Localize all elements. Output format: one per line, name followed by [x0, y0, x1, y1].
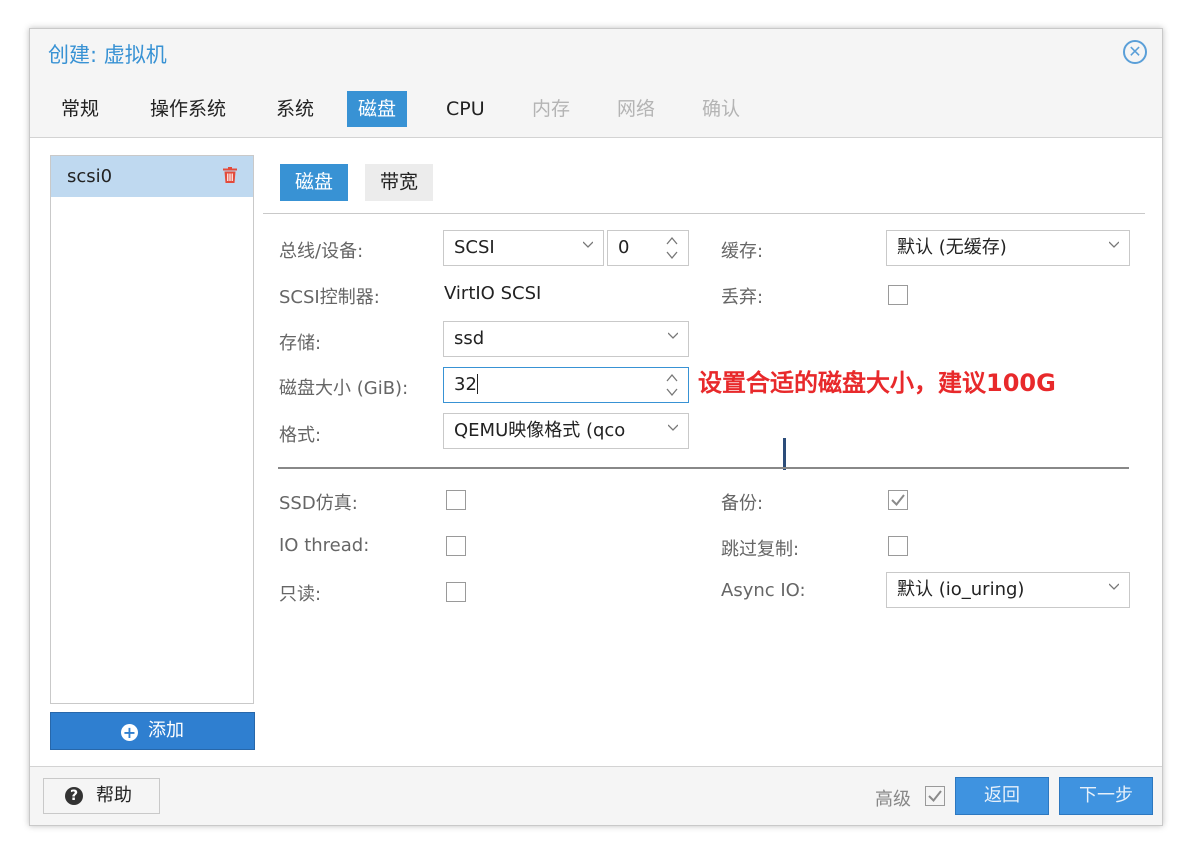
subtab-divider	[263, 213, 1145, 214]
close-icon[interactable]: ✕	[1123, 40, 1147, 64]
skip-replication-checkbox[interactable]	[888, 536, 908, 556]
async-io-label: Async IO:	[721, 580, 806, 601]
spinner-arrows-icon[interactable]	[666, 372, 678, 398]
advanced-label: 高级	[875, 789, 911, 810]
cache-select[interactable]: 默认 (无缓存)	[886, 230, 1130, 266]
ssd-emulation-label: SSD仿真:	[279, 493, 358, 514]
back-button[interactable]: 返回	[955, 777, 1049, 815]
format-value: QEMU映像格式 (qco	[454, 420, 626, 441]
discard-checkbox[interactable]	[888, 285, 908, 305]
add-button-label: 添加	[148, 720, 184, 741]
storage-value: ssd	[454, 328, 485, 349]
bus-device-label: 总线/设备:	[279, 241, 364, 262]
subtab-bandwidth[interactable]: 带宽	[365, 164, 434, 201]
skip-replication-label: 跳过复制:	[721, 539, 800, 560]
dialog-body: scsi0 + 添加 磁盘 带宽 总线/设备: SCSI 0 SCSI控制器: …	[30, 137, 1162, 767]
discard-label: 丢弃:	[721, 287, 764, 308]
next-button[interactable]: 下一步	[1059, 777, 1153, 815]
ssd-emulation-checkbox[interactable]	[446, 490, 466, 510]
annotation-text: 设置合适的磁盘大小，建议100G	[698, 369, 1056, 397]
create-vm-dialog: 创建: 虚拟机 ✕ 常规 操作系统 系统 磁盘 CPU 内存 网络 确认 scs…	[29, 28, 1163, 826]
scsi-controller-label: SCSI控制器:	[279, 287, 380, 308]
cache-value: 默认 (无缓存)	[897, 237, 1007, 258]
chevron-down-icon	[583, 241, 593, 248]
cache-label: 缓存:	[721, 241, 764, 262]
plus-circle-icon: +	[121, 723, 138, 742]
disk-size-input[interactable]: 32	[443, 367, 689, 403]
annotation-marker	[783, 438, 786, 470]
tab-network: 网络	[617, 98, 656, 120]
io-thread-label: IO thread:	[279, 535, 370, 556]
async-io-select[interactable]: 默认 (io_uring)	[886, 572, 1130, 608]
checkmark-icon	[928, 790, 942, 803]
help-button[interactable]: ? 帮助	[43, 778, 160, 814]
question-circle-icon: ?	[65, 787, 83, 805]
advanced-checkbox[interactable]	[925, 786, 945, 806]
backup-label: 备份:	[721, 493, 764, 514]
help-button-label: 帮助	[96, 785, 132, 806]
section-divider	[278, 467, 1129, 469]
chevron-down-icon	[668, 332, 678, 339]
tab-system[interactable]: 系统	[265, 91, 325, 127]
io-thread-checkbox[interactable]	[446, 536, 466, 556]
add-disk-button[interactable]: + 添加	[50, 712, 255, 750]
read-only-label: 只读:	[279, 584, 322, 605]
tab-disks[interactable]: 磁盘	[347, 91, 408, 127]
chevron-down-icon	[668, 422, 678, 432]
disk-list: scsi0	[50, 155, 254, 704]
device-number-spinner[interactable]: 0	[607, 230, 689, 266]
chevron-down-icon	[1109, 241, 1119, 248]
format-select[interactable]: QEMU映像格式 (qco	[443, 413, 689, 449]
disk-size-value: 32	[454, 374, 477, 395]
bus-select[interactable]: SCSI	[443, 230, 604, 266]
tab-os[interactable]: 操作系统	[139, 91, 237, 127]
tab-cpu[interactable]: CPU	[435, 91, 496, 127]
checkmark-icon	[891, 494, 905, 507]
format-label: 格式:	[279, 425, 322, 446]
tab-confirm: 确认	[702, 98, 741, 120]
spinner-arrows-icon[interactable]	[666, 235, 678, 261]
scsi-controller-value: VirtIO SCSI	[444, 283, 542, 304]
dialog-footer: ? 帮助 高级 返回 下一步	[30, 766, 1162, 826]
disk-size-label: 磁盘大小 (GiB):	[279, 378, 409, 399]
disk-label: scsi0	[67, 166, 113, 187]
subtab-disk[interactable]: 磁盘	[280, 164, 349, 201]
device-value: 0	[618, 237, 630, 258]
async-io-value: 默认 (io_uring)	[897, 579, 1025, 600]
bus-value: SCSI	[454, 237, 495, 258]
disk-list-item-scsi0[interactable]: scsi0	[51, 156, 253, 197]
storage-label: 存储:	[279, 333, 322, 354]
chevron-down-icon	[1109, 583, 1119, 590]
read-only-checkbox[interactable]	[446, 582, 466, 602]
tab-general[interactable]: 常规	[50, 91, 110, 127]
storage-select[interactable]: ssd	[443, 321, 689, 357]
backup-checkbox[interactable]	[888, 490, 908, 510]
dialog-title: 创建: 虚拟机	[48, 43, 167, 67]
tab-memory: 内存	[532, 98, 571, 120]
trash-icon[interactable]	[223, 167, 237, 183]
